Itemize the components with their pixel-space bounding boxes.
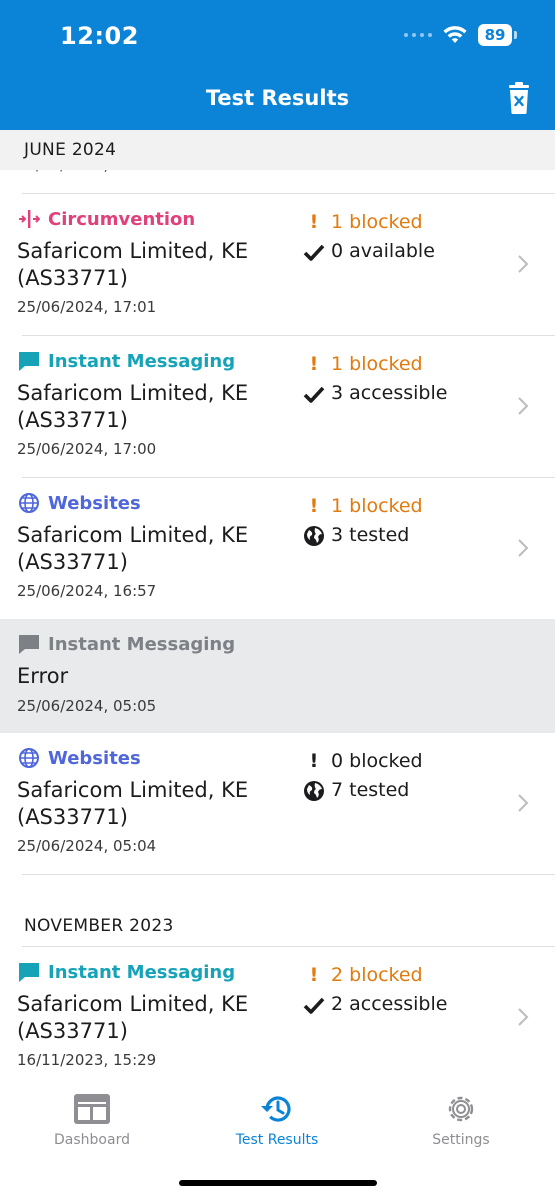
result-row[interactable]: Instant Messaging Safaricom Limited, KE … xyxy=(0,336,555,477)
accessible-count: 3 accessible xyxy=(331,382,448,404)
chevron-right-icon xyxy=(518,397,529,415)
result-row[interactable]: Instant Messaging Safaricom Limited, KE … xyxy=(0,947,555,1080)
dashboard-icon xyxy=(74,1094,110,1124)
tab-label: Dashboard xyxy=(54,1132,130,1148)
category-label: Instant Messaging xyxy=(48,350,236,372)
battery-level: 89 xyxy=(478,24,512,46)
section-header-november-2023: NOVEMBER 2023 xyxy=(24,916,174,936)
status-time: 12:02 xyxy=(60,22,139,50)
test-date: 16/11/2023, 15:29 xyxy=(17,1051,157,1069)
exclamation-icon: ! xyxy=(309,353,319,375)
tested-count: 7 tested xyxy=(331,779,410,801)
tab-label: Test Results xyxy=(235,1132,319,1148)
history-icon xyxy=(261,1096,291,1122)
blocked-count: 2 blocked xyxy=(331,964,423,986)
page-title: Test Results xyxy=(205,86,350,110)
category-label: Instant Messaging xyxy=(48,633,236,655)
category-label: Websites xyxy=(48,492,141,514)
exclamation-icon: ! xyxy=(309,964,319,986)
chevron-right-icon xyxy=(518,539,529,557)
network-name: Safaricom Limited, KE (AS33771) xyxy=(17,381,249,432)
circumvention-icon xyxy=(19,210,40,228)
tested-count: 3 tested xyxy=(331,524,410,546)
result-stats: ! 0 blocked 7 tested xyxy=(303,747,423,805)
checkmark-icon xyxy=(303,386,325,403)
result-row[interactable]: Websites Safaricom Limited, KE (AS33771)… xyxy=(0,733,555,874)
tab-test-results[interactable]: Test Results xyxy=(207,1092,347,1148)
result-stats: ! 2 blocked 2 accessible xyxy=(303,961,447,1019)
blocked-count: 1 blocked xyxy=(331,211,423,233)
blocked-count: 1 blocked xyxy=(331,353,423,375)
home-indicator xyxy=(179,1180,377,1186)
result-row-error[interactable]: Instant Messaging Error 25/06/2024, 05:0… xyxy=(0,619,555,733)
tab-dashboard[interactable]: Dashboard xyxy=(22,1092,162,1148)
cellular-signal-icon xyxy=(404,33,432,37)
tab-label: Settings xyxy=(432,1132,490,1148)
status-indicators: 89 xyxy=(404,24,517,46)
app-header: 12:02 89 Test Results xyxy=(0,0,555,130)
network-name: Safaricom Limited, KE (AS33771) xyxy=(17,239,249,290)
result-stats: ! 1 blocked 3 tested xyxy=(303,492,423,550)
blocked-count: 0 blocked xyxy=(331,750,423,772)
result-stats: ! 1 blocked 0 available xyxy=(303,208,435,266)
category-label: Instant Messaging xyxy=(48,961,236,983)
category-label: Websites xyxy=(48,747,141,769)
test-date: 25/06/2024, 17:00 xyxy=(17,440,157,458)
trash-icon[interactable] xyxy=(507,82,531,114)
globe-icon xyxy=(19,493,39,513)
test-date: 25/06/2024, 17:01 xyxy=(17,298,157,316)
available-count: 0 available xyxy=(331,240,435,262)
network-name: Safaricom Limited, KE (AS33771) xyxy=(17,992,249,1043)
section-header-june-2024: JUNE 2024 xyxy=(0,130,555,170)
result-stats: ! 1 blocked 3 accessible xyxy=(303,350,447,408)
globe-icon xyxy=(19,748,39,768)
chat-bubble-icon xyxy=(19,635,39,654)
battery-icon: 89 xyxy=(478,24,517,46)
exclamation-icon: ! xyxy=(309,495,319,517)
chevron-right-icon xyxy=(518,794,529,812)
test-date: 25/06/2024, 05:05 xyxy=(17,697,157,715)
tab-settings[interactable]: Settings xyxy=(391,1092,531,1148)
chevron-right-icon xyxy=(518,1008,529,1026)
checkmark-icon xyxy=(303,997,325,1014)
earth-globe-icon xyxy=(304,525,324,546)
network-name: Safaricom Limited, KE (AS33771) xyxy=(17,778,249,829)
error-label: Error xyxy=(17,664,69,688)
results-list[interactable]: JUNE 2024 25/06/2024, 17:06 Circumventio… xyxy=(0,130,555,1080)
network-name: Safaricom Limited, KE (AS33771) xyxy=(17,523,249,574)
blocked-count: 1 blocked xyxy=(331,495,423,517)
earth-globe-icon xyxy=(304,780,324,801)
chat-bubble-icon xyxy=(19,352,39,371)
gear-icon xyxy=(448,1096,474,1122)
chevron-right-icon xyxy=(518,255,529,273)
exclamation-icon: ! xyxy=(309,750,319,772)
test-date: 25/06/2024, 16:57 xyxy=(17,582,157,600)
chat-bubble-icon xyxy=(19,963,39,982)
category-label: Circumvention xyxy=(48,208,196,230)
test-date: 25/06/2024, 05:04 xyxy=(17,837,157,855)
result-row[interactable]: Websites Safaricom Limited, KE (AS33771)… xyxy=(0,478,555,619)
result-row[interactable]: Circumvention Safaricom Limited, KE (AS3… xyxy=(0,194,555,335)
exclamation-icon: ! xyxy=(309,211,319,233)
accessible-count: 2 accessible xyxy=(331,993,448,1015)
checkmark-icon xyxy=(303,244,325,261)
wifi-icon xyxy=(443,26,467,43)
